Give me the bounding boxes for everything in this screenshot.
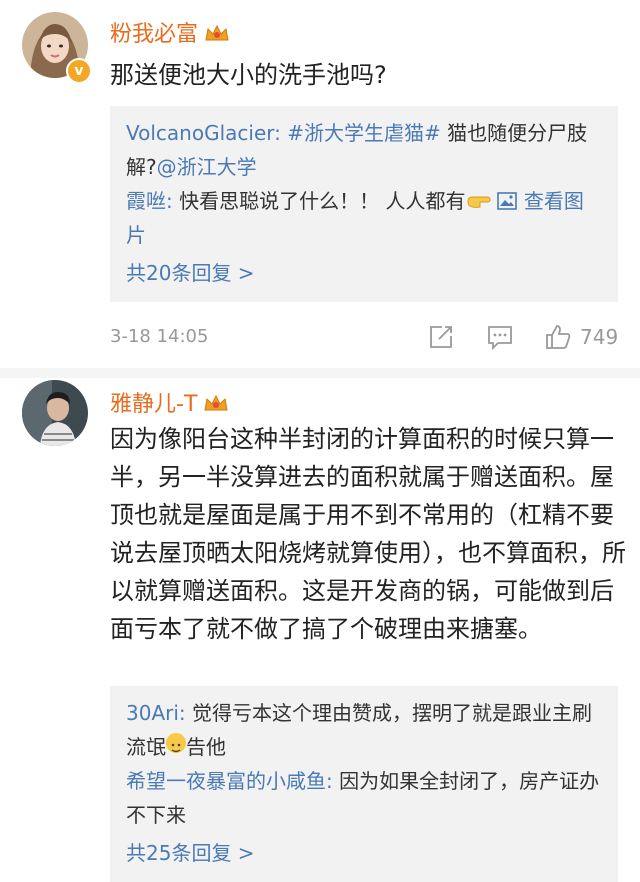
topic-link[interactable]: #浙大学生虐猫#: [287, 121, 441, 145]
comment-icon: [488, 326, 512, 350]
username[interactable]: 雅静儿-T: [110, 386, 229, 418]
mention-link[interactable]: @浙江大学: [157, 155, 257, 179]
reply-item[interactable]: 希望一夜暴富的小咸鱼: 因为如果全封闭了，房产证办不下来: [126, 764, 602, 832]
comment-button[interactable]: [486, 322, 514, 352]
verified-badge: v: [66, 58, 92, 84]
repost-icon: [430, 326, 452, 348]
comment-text: 那送便池大小的洗手池吗?: [110, 61, 387, 89]
image-icon[interactable]: [497, 192, 518, 210]
like-count: 749: [580, 325, 619, 349]
reply-item[interactable]: 霞咝: 快看思聪说了什么！！ 人人都有 查看图片: [126, 184, 602, 252]
face-emoji: [166, 733, 186, 753]
avatar[interactable]: [22, 380, 88, 446]
username-text[interactable]: 粉我必富: [110, 22, 198, 47]
timestamp: 3-18 14:05: [110, 326, 209, 347]
comment-text: 因为像阳台这种半封闭的计算面积的时候只算一半，另一半没算进去的面积就属于赠送面积…: [110, 425, 626, 643]
reply-username[interactable]: 霞咝:: [126, 189, 173, 213]
reply-count-link[interactable]: 共25条回复 >: [126, 836, 602, 870]
reply-text: 快看思聪说了什么！！ 人人都有: [172, 189, 466, 213]
reply-item[interactable]: VolcanoGlacier: #浙大学生虐猫# 猫也随便分尸肢解?@浙江大学: [126, 116, 602, 184]
divider: [0, 368, 640, 378]
like-button[interactable]: 749: [544, 322, 618, 352]
reply-count-link[interactable]: 共20条回复 >: [126, 256, 602, 290]
reply-box[interactable]: VolcanoGlacier: #浙大学生虐猫# 猫也随便分尸肢解?@浙江大学 …: [110, 106, 618, 302]
reply-item[interactable]: 30Ari: 觉得亏本这个理由赞成，摆明了就是跟业主刷流氓 告他: [126, 696, 602, 764]
reply-username[interactable]: 30Ari:: [126, 701, 186, 725]
reply-username[interactable]: 希望一夜暴富的小咸鱼:: [126, 769, 333, 793]
crown-badge-icon: [204, 394, 228, 411]
reply-text: 告他: [186, 735, 226, 759]
reply-username[interactable]: VolcanoGlacier:: [126, 121, 281, 145]
reply-box[interactable]: 30Ari: 觉得亏本这个理由赞成，摆明了就是跟业主刷流氓 告他 希望一夜暴富的小…: [110, 686, 618, 882]
thumbs-up-icon: [546, 325, 571, 349]
username[interactable]: 粉我必富: [110, 16, 230, 48]
crown-badge-icon: [205, 24, 229, 41]
repost-button[interactable]: [428, 322, 454, 352]
comment-meta: 3-18 14:05 749: [110, 322, 620, 352]
pointing-hand-emoji: [467, 196, 491, 208]
username-text[interactable]: 雅静儿-T: [110, 392, 197, 417]
